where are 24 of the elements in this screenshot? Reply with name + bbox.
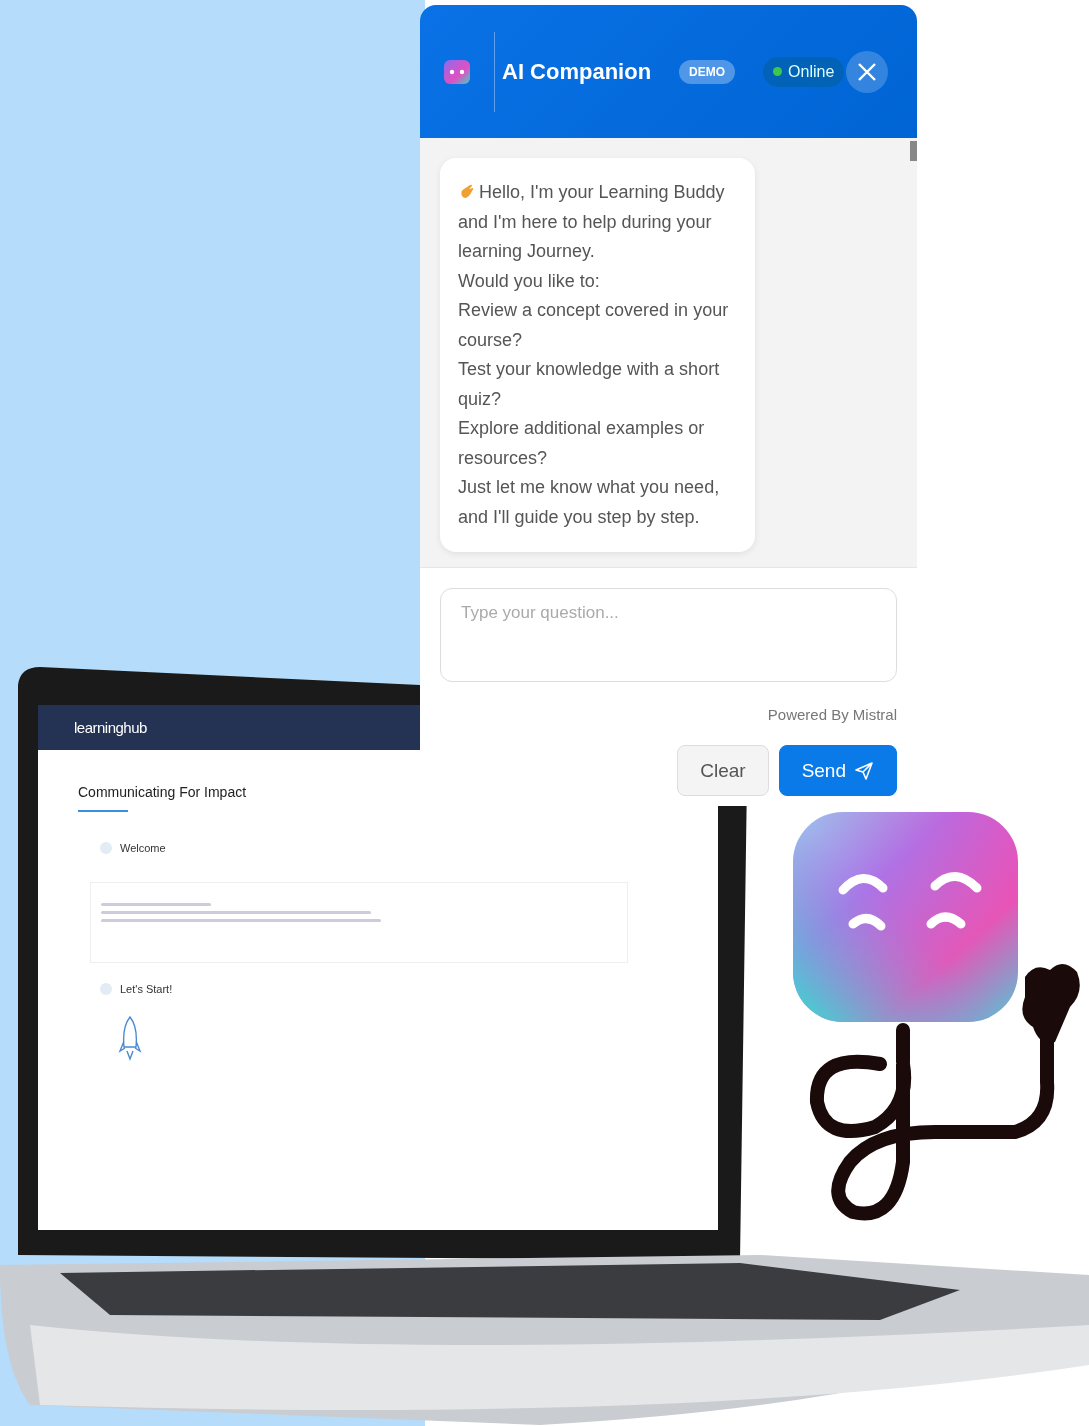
scrollbar[interactable]	[910, 141, 917, 161]
status-pill: Online	[763, 56, 845, 87]
message-text: Test your knowledge with a short quiz?	[458, 358, 721, 411]
send-button[interactable]: Send	[778, 745, 897, 796]
close-button[interactable]	[846, 50, 889, 93]
send-icon	[854, 760, 874, 781]
message-text: Would you like to:	[458, 269, 601, 293]
rocket-icon	[118, 1015, 142, 1061]
section-title[interactable]: Let's Start!	[120, 983, 173, 995]
message-text: Explore additional examples or resources?	[458, 417, 706, 470]
section-icon	[100, 842, 112, 854]
clear-button[interactable]: Clear	[677, 745, 769, 796]
message-text: Review a concept covered in your course?	[458, 299, 730, 352]
demo-badge: DEMO	[679, 59, 736, 84]
chat-title: AI Companion	[494, 31, 652, 112]
section-icon	[100, 983, 112, 995]
message-text: Hello, I'm your Learning Buddy and I'm here to help during your learning Journey.	[458, 181, 726, 263]
app-logo: learninghub	[74, 719, 147, 736]
course-title: Communicating For Impact	[78, 784, 248, 800]
question-input[interactable]: Type your question...	[440, 588, 897, 682]
section-title[interactable]: Welcome	[120, 842, 166, 854]
powered-by-text: Powered By Mistral	[766, 706, 897, 723]
message-text: Just let me know what you need, and I'll guide you step by step.	[458, 476, 721, 529]
close-icon	[857, 61, 878, 82]
